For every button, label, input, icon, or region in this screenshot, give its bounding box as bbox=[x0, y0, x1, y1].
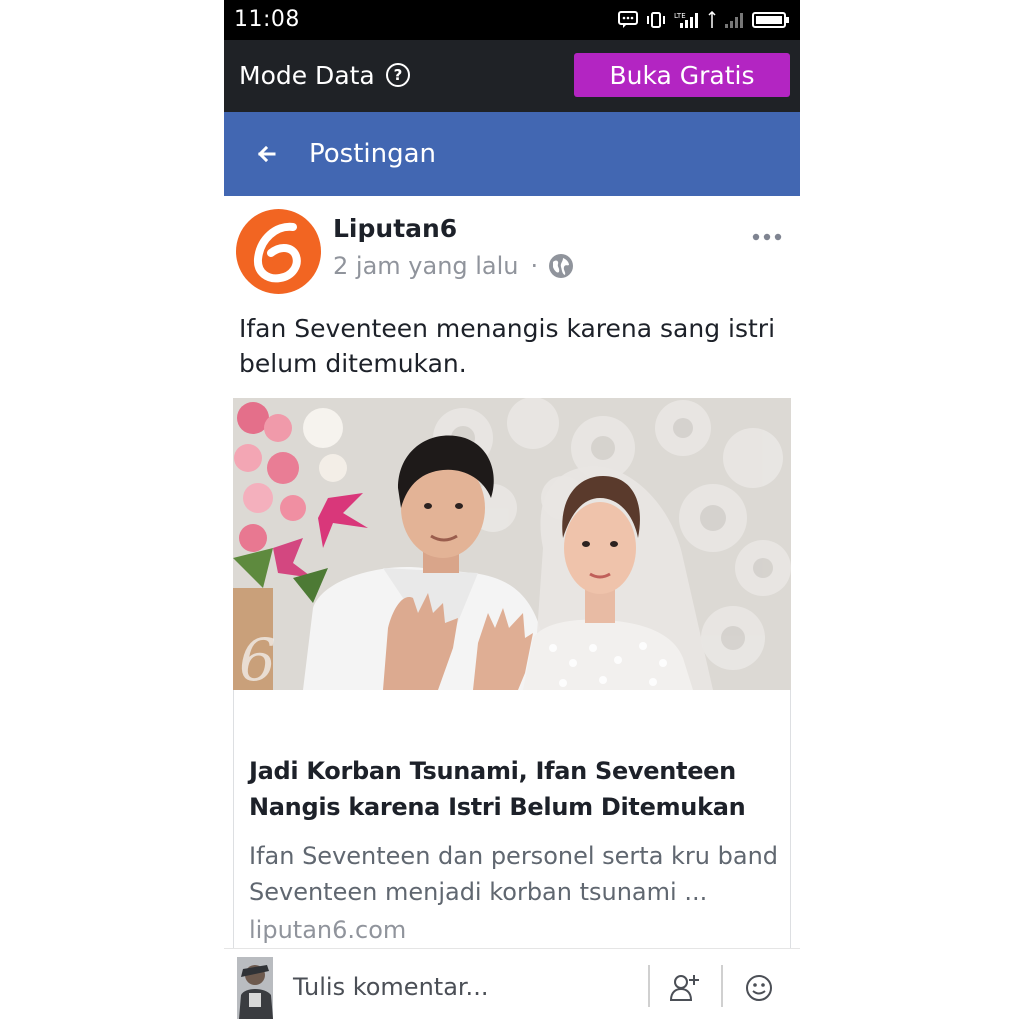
data-transfer-icon bbox=[708, 11, 716, 28]
more-options-icon[interactable] bbox=[751, 229, 783, 245]
page-header: Postingan bbox=[224, 112, 800, 196]
data-mode-bar: Mode Data ? Buka Gratis bbox=[224, 40, 800, 112]
vibrate-icon bbox=[647, 12, 665, 28]
data-mode-title: Mode Data bbox=[239, 61, 375, 90]
divider bbox=[648, 965, 650, 1007]
back-arrow-icon[interactable] bbox=[254, 142, 278, 166]
lte-signal-icon: LTE bbox=[674, 12, 698, 28]
post-meta: 2 jam yang lalu · bbox=[333, 252, 574, 280]
status-time: 11:08 bbox=[234, 7, 300, 32]
link-domain: liputan6.com bbox=[249, 916, 407, 944]
free-mode-button[interactable]: Buka Gratis bbox=[574, 53, 790, 97]
globe-icon bbox=[549, 254, 574, 278]
link-title[interactable]: Jadi Korban Tsunami, Ifan Seventeen Nang… bbox=[249, 753, 779, 825]
post-timestamp[interactable]: 2 jam yang lalu bbox=[333, 252, 519, 280]
link-preview-card[interactable]: Jadi Korban Tsunami, Ifan Seventeen Nang… bbox=[233, 690, 791, 952]
comment-input[interactable]: Tulis komentar... bbox=[293, 973, 488, 1001]
battery-icon bbox=[752, 12, 789, 28]
post-photo[interactable]: 6 bbox=[233, 398, 791, 690]
message-icon bbox=[618, 11, 638, 28]
page-title: Postingan bbox=[309, 139, 437, 169]
link-description: Ifan Seventeen dan personel serta kru ba… bbox=[249, 842, 779, 906]
page-name[interactable]: Liputan6 bbox=[333, 214, 457, 243]
divider bbox=[721, 965, 723, 1007]
svg-text:LTE: LTE bbox=[674, 12, 686, 20]
page-avatar[interactable] bbox=[236, 209, 321, 294]
meta-separator: · bbox=[530, 252, 539, 280]
user-avatar bbox=[237, 957, 273, 1019]
status-icons: LTE bbox=[618, 9, 790, 31]
svg-text:6: 6 bbox=[239, 626, 276, 690]
post-text: Ifan Seventeen menangis karena sang istr… bbox=[239, 314, 776, 378]
phone-screen: 11:08 LTE Mode Data ? Buka Gratis Postin… bbox=[224, 0, 800, 1024]
help-icon[interactable]: ? bbox=[386, 63, 410, 87]
status-bar: 11:08 LTE bbox=[224, 0, 800, 40]
comment-bar: Tulis komentar... bbox=[224, 948, 800, 1024]
add-friend-icon[interactable] bbox=[670, 972, 700, 1002]
signal-icon bbox=[725, 13, 743, 28]
emoji-icon[interactable] bbox=[745, 974, 773, 1002]
